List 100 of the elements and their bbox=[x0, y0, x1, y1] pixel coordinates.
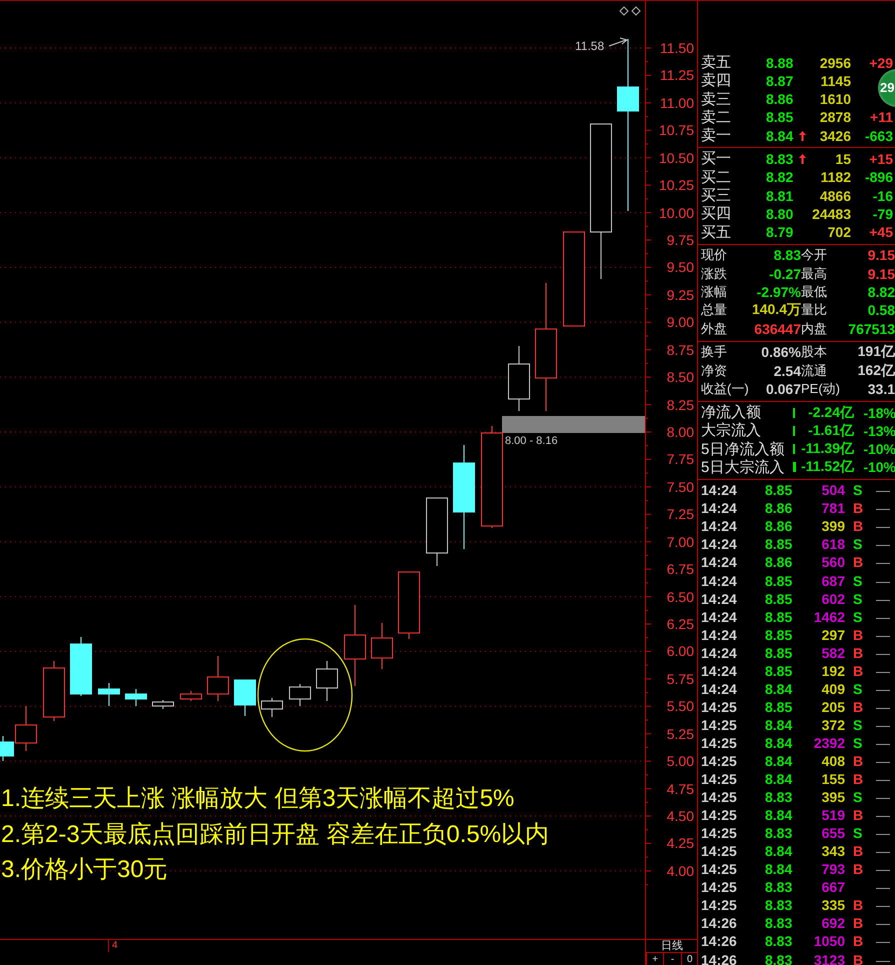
level-label: 买四 bbox=[701, 204, 732, 224]
trade-tick: — bbox=[875, 500, 891, 516]
trade-volume: 3123 bbox=[812, 952, 845, 965]
axis-label: 9.50 bbox=[666, 259, 694, 276]
quote-label: 总量 bbox=[701, 301, 728, 320]
quote-label: 涨跌 bbox=[701, 264, 728, 283]
trade-volume: 793 bbox=[820, 861, 845, 878]
trade-price: 8.85 bbox=[765, 482, 794, 498]
stat-label: 净资 bbox=[701, 362, 728, 380]
trade-side: B bbox=[853, 554, 864, 570]
volume-value: 24483 bbox=[811, 206, 851, 222]
trade-tick: — bbox=[875, 698, 891, 715]
trade-tick: — bbox=[875, 897, 891, 914]
level-label: 卖一 bbox=[701, 126, 732, 146]
trade-side: S bbox=[853, 590, 862, 607]
quote-label: 最低 bbox=[801, 282, 828, 301]
trade-volume: 205 bbox=[820, 698, 845, 715]
candle bbox=[207, 656, 229, 702]
trade-time: 14:24 bbox=[701, 680, 738, 697]
trade-price: 8.83 bbox=[765, 915, 794, 932]
volume-value: 4866 bbox=[818, 188, 851, 204]
trade-tick: — bbox=[875, 861, 891, 878]
trade-time: 14:25 bbox=[701, 861, 738, 878]
trade-volume: 2392 bbox=[812, 734, 845, 751]
trade-tick: — bbox=[875, 753, 891, 769]
quote-value: 9.15 bbox=[866, 266, 895, 282]
trade-volume: 155 bbox=[820, 771, 845, 788]
stat-value: 2.54 bbox=[772, 362, 801, 378]
trade-volume: 343 bbox=[820, 843, 845, 860]
trade-tick: — bbox=[875, 789, 891, 806]
trade-side: B bbox=[853, 698, 864, 715]
trade-side: B bbox=[853, 771, 864, 788]
trade-tick: — bbox=[875, 680, 891, 697]
trade-volume: 395 bbox=[820, 789, 845, 806]
quote-label: 现价 bbox=[701, 246, 728, 264]
axis-label: 4.25 bbox=[666, 835, 694, 852]
quote-label: 最高 bbox=[801, 264, 828, 283]
trade-price: 8.84 bbox=[765, 734, 794, 751]
axis-label: 10.00 bbox=[658, 204, 694, 221]
volume-value: 2956 bbox=[818, 54, 851, 70]
trade-price: 8.85 bbox=[765, 608, 794, 625]
price-value: 8.84 bbox=[766, 128, 794, 144]
axis-label: 11.25 bbox=[660, 67, 694, 84]
trade-volume: 560 bbox=[820, 554, 845, 570]
pointer-arrow bbox=[608, 38, 628, 46]
trade-tick: — bbox=[875, 716, 891, 733]
trade-volume: 519 bbox=[820, 807, 845, 824]
stat-label: 流通 bbox=[801, 362, 828, 380]
trade-price: 8.86 bbox=[765, 518, 794, 534]
candle bbox=[261, 698, 283, 718]
trade-time: 14:25 bbox=[701, 734, 738, 751]
quote-value: 636447 bbox=[753, 320, 801, 337]
trade-tick: — bbox=[875, 644, 891, 661]
trade-volume: 399 bbox=[820, 518, 845, 534]
trade-time: 14:26 bbox=[701, 915, 738, 932]
speed-badge[interactable]: 29 bbox=[878, 69, 895, 107]
flow-label: 净流入额 bbox=[701, 403, 762, 422]
change-value: -16 bbox=[872, 188, 893, 204]
trade-volume: 692 bbox=[820, 915, 845, 932]
trade-volume: 504 bbox=[820, 482, 845, 498]
candle bbox=[426, 498, 448, 566]
price-value: 8.83 bbox=[766, 150, 794, 167]
trade-tick: — bbox=[875, 482, 891, 498]
candle bbox=[398, 572, 420, 640]
price-value: 8.87 bbox=[766, 72, 794, 89]
trade-price: 8.83 bbox=[765, 933, 794, 950]
candle bbox=[371, 622, 393, 670]
trade-time: 14:25 bbox=[701, 716, 738, 733]
trade-side: B bbox=[853, 933, 864, 950]
trade-price: 8.84 bbox=[765, 771, 794, 788]
trade-time: 14:25 bbox=[701, 879, 738, 896]
trade-price: 8.83 bbox=[765, 897, 794, 914]
axis-label: 10.25 bbox=[658, 177, 694, 194]
axis-label: 7.00 bbox=[666, 534, 694, 550]
trade-time: 14:25 bbox=[701, 753, 738, 769]
price-range-label: 8.00 - 8.16 bbox=[505, 435, 558, 447]
level-label: 买二 bbox=[701, 168, 732, 187]
trade-time: 14:24 bbox=[701, 536, 738, 552]
trade-side: B bbox=[853, 861, 864, 878]
trade-time: 14:24 bbox=[701, 608, 738, 625]
trade-price: 8.83 bbox=[765, 952, 794, 965]
axis-label: 10.50 bbox=[658, 150, 694, 166]
trade-price: 8.84 bbox=[765, 753, 794, 769]
trade-side: S bbox=[853, 789, 862, 806]
axis-label: 4.50 bbox=[666, 808, 694, 824]
level-label: 买三 bbox=[701, 186, 732, 206]
quote-label: 量比 bbox=[801, 301, 828, 320]
period-label[interactable]: 日线 bbox=[646, 940, 698, 952]
trade-volume: 1050 bbox=[812, 933, 845, 950]
trade-side: S bbox=[853, 572, 862, 589]
trade-volume: 409 bbox=[820, 680, 845, 697]
axis-label: 7.25 bbox=[666, 506, 694, 522]
candle bbox=[316, 660, 338, 702]
price-value: 8.88 bbox=[766, 54, 794, 70]
condition-text: 3.价格小于30元 bbox=[1, 855, 169, 885]
trade-time: 14:24 bbox=[701, 626, 738, 643]
trade-time: 14:25 bbox=[701, 771, 738, 788]
trade-side: B bbox=[853, 952, 864, 965]
level-label: 卖三 bbox=[701, 90, 732, 109]
candle bbox=[234, 680, 256, 716]
